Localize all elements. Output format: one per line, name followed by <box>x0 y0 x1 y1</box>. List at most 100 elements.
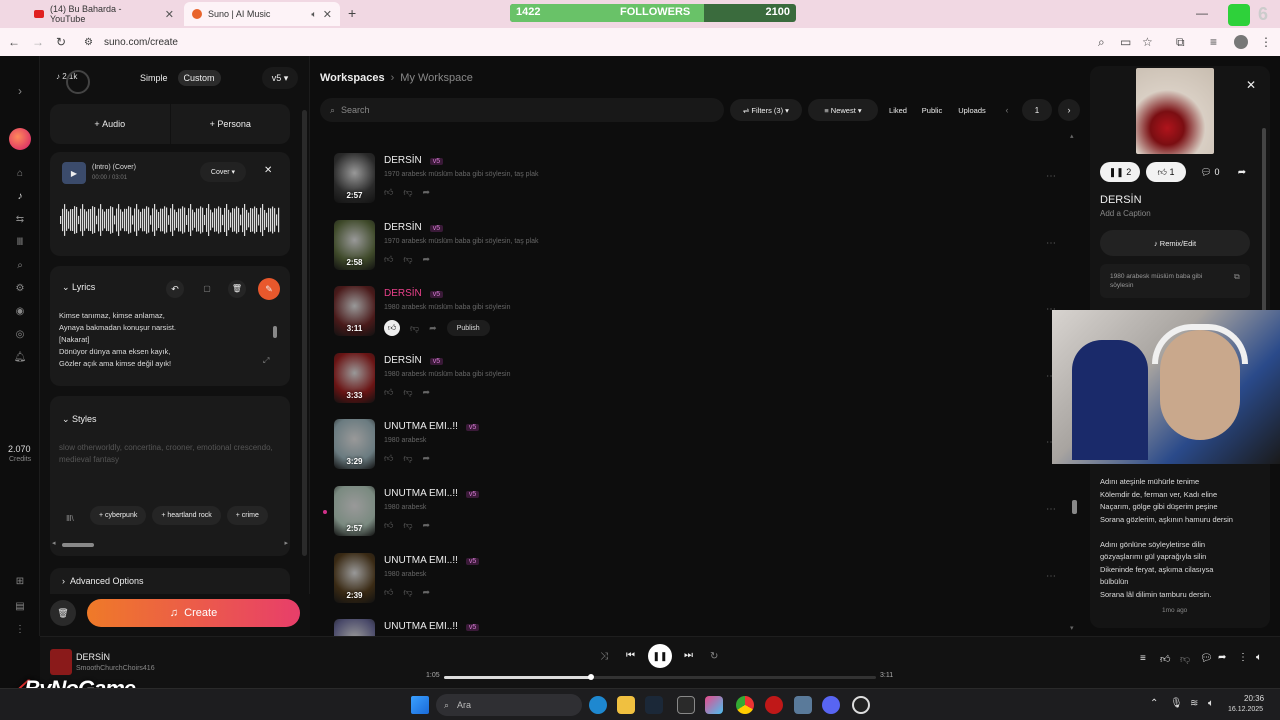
styles-textarea[interactable]: slow otherworldly, concertina, crooner, … <box>59 442 281 466</box>
repeat-icon[interactable]: ↻ <box>710 651 718 662</box>
like-icon[interactable]: 👍︎ <box>384 387 393 398</box>
remove-clip-icon[interactable]: ✕ <box>264 165 272 176</box>
song-row[interactable]: 2:58 DERSİN v5 1970 arabesk müslüm baba gib… <box>334 219 1056 280</box>
previous-icon[interactable]: ⏮︎ <box>626 650 635 661</box>
share-icon[interactable]: ➦ <box>423 453 431 464</box>
new-tab-button[interactable]: + <box>348 5 356 21</box>
volume-icon[interactable]: 🔈︎ <box>1256 652 1262 663</box>
document-icon[interactable]: ▤ <box>12 601 28 612</box>
seek-handle[interactable] <box>587 674 594 680</box>
like-icon[interactable]: 👍︎ <box>384 187 393 198</box>
list-scroll-down-icon[interactable]: ▾ <box>1070 624 1074 632</box>
close-tab-icon[interactable]: ✕ <box>165 8 174 21</box>
search-icon[interactable]: ⌕ <box>12 260 28 271</box>
shuffle-icon[interactable]: ⤨ <box>600 651 608 662</box>
delete-icon[interactable]: 🗑︎ <box>228 280 246 298</box>
song-title[interactable]: UNUTMA EMI..!! v5 <box>384 421 480 432</box>
like-icon[interactable]: 👍︎ <box>384 453 393 464</box>
like-icon[interactable]: 👍︎ <box>384 254 393 265</box>
style-tag[interactable]: + heartland rock <box>152 506 221 525</box>
clock-date[interactable]: 16.12.2025 <box>1228 706 1263 713</box>
chrome-icon[interactable] <box>736 696 754 714</box>
tab-suno[interactable]: Suno | AI Music 🔈︎ ✕ <box>184 2 340 26</box>
clock-time[interactable]: 20:36 <box>1244 694 1264 703</box>
like-icon[interactable]: 👍︎ <box>1160 653 1170 665</box>
song-thumbnail[interactable] <box>334 619 375 636</box>
expand-chevron-icon[interactable]: › <box>12 84 28 98</box>
filter-public[interactable]: Public <box>918 99 946 121</box>
page-number[interactable]: 1 <box>1022 99 1052 121</box>
style-tag[interactable]: + crime <box>226 506 268 525</box>
comment-button[interactable]: 💬︎ 0 <box>1192 162 1228 182</box>
remix-edit-button[interactable]: ♪ Remix/Edit <box>1100 230 1250 256</box>
seek-bar[interactable] <box>444 674 876 680</box>
tray-chevron-icon[interactable]: ⌃ <box>1150 698 1158 709</box>
song-row[interactable]: 3:33 DERSİN v5 1980 arabesk müslüm baba gib… <box>334 352 1056 413</box>
song-thumbnail[interactable]: 3:29 <box>334 419 375 470</box>
filter-uploads[interactable]: Uploads <box>954 99 990 121</box>
share-icon[interactable]: ➦ <box>1234 162 1250 182</box>
more-options-icon[interactable]: ⋯ <box>1046 171 1056 182</box>
suno-logo-icon[interactable] <box>9 128 31 150</box>
expand-icon[interactable]: ⤢ <box>263 356 269 366</box>
library-icon[interactable]: Ⅲ <box>12 237 28 248</box>
song-thumbnail[interactable]: 2:57 <box>334 486 375 536</box>
dislike-icon[interactable]: 👎︎ <box>403 520 412 531</box>
clear-icon[interactable]: 🗑︎ <box>50 600 76 626</box>
song-row[interactable]: 2:39 UNUTMA EMI..!! v5 1980 arabesk 👍︎ 👎︎ ➦ ⋯ <box>334 552 1056 613</box>
share-icon[interactable]: ➦ <box>423 187 431 198</box>
minimize-icon[interactable]: — <box>1196 6 1208 20</box>
list-scrollbar[interactable] <box>1072 500 1077 514</box>
gift-icon[interactable]: ⊞ <box>12 576 28 587</box>
close-panel-icon[interactable]: ✕ <box>1246 78 1256 92</box>
mode-simple-button[interactable]: Simple <box>134 70 174 86</box>
song-row[interactable]: 2:57 DERSİN v5 1970 arabesk müslüm baba gib… <box>334 153 1056 213</box>
steam-icon[interactable] <box>645 696 663 714</box>
song-row[interactable]: 2:57 UNUTMA EMI..!! v5 1980 arabesk 👍︎ 👎︎ ➦ ⋯ <box>334 486 1056 546</box>
mode-custom-button[interactable]: Custom <box>177 70 221 86</box>
menu-dots-icon[interactable]: ⋮ <box>1260 35 1272 49</box>
advanced-options-row[interactable]: › Advanced Options <box>50 568 290 594</box>
share-icon[interactable]: ➦ <box>423 587 431 598</box>
player-cover-art[interactable] <box>50 649 72 675</box>
share-icon[interactable]: ➦ <box>423 254 431 265</box>
song-thumbnail[interactable]: 3:11 <box>334 286 375 337</box>
copilot-icon[interactable] <box>705 696 723 714</box>
share-icon[interactable]: ➦ <box>1218 652 1226 663</box>
play-count-button[interactable]: ❚❚ 2 <box>1100 162 1140 182</box>
song-thumbnail[interactable]: 2:39 <box>334 552 375 603</box>
song-title[interactable]: UNUTMA EMI..!! v5 <box>384 621 480 632</box>
reload-icon[interactable]: ↻ <box>56 35 66 49</box>
like-icon[interactable]: 👍︎ <box>384 320 400 337</box>
epic-games-icon[interactable] <box>677 696 695 714</box>
profile-avatar[interactable] <box>1234 35 1248 49</box>
like-icon[interactable]: 👍︎ <box>384 520 393 531</box>
lyrics-header[interactable]: ⌄ Lyrics <box>62 282 95 293</box>
create-scrollbar[interactable] <box>302 110 307 556</box>
mic-icon[interactable]: 🎙︎ <box>1170 698 1183 709</box>
copy-icon[interactable]: ▢ <box>198 280 216 298</box>
speaker-icon[interactable]: 🔈︎ <box>311 9 316 20</box>
pause-button[interactable]: ❚❚ <box>648 644 672 668</box>
share-icon[interactable]: ➦ <box>429 323 437 334</box>
notifications-icon[interactable]: 🔔︎ <box>12 352 28 363</box>
filters-button[interactable]: ⇌ Filters (3) ▾ <box>730 99 802 121</box>
player-artist[interactable]: SmoothChurchChoirs416 <box>76 665 155 672</box>
extensions-icon[interactable]: ⧉ <box>1176 35 1185 50</box>
player-title[interactable]: DERSİN <box>76 652 110 662</box>
styles-header[interactable]: ⌄ Styles <box>62 414 97 425</box>
forward-icon[interactable]: → <box>32 35 44 49</box>
next-page-button[interactable]: › <box>1058 99 1080 121</box>
taskbar-search[interactable]: ⌕ Ara <box>436 694 582 716</box>
waveform[interactable] <box>60 198 280 242</box>
tags-scrollbar[interactable]: ◂ ▸ <box>52 540 288 548</box>
song-title[interactable]: UNUTMA EMI..!! v5 <box>384 488 480 499</box>
dislike-icon[interactable]: 👎︎ <box>403 387 412 398</box>
more-options-icon[interactable]: ⋯ <box>1046 504 1056 515</box>
version-select[interactable]: v5 ▾ <box>262 67 298 89</box>
share-icon[interactable]: ➦ <box>423 520 431 531</box>
hooks-icon[interactable]: ⚙ <box>12 283 28 294</box>
more-options-icon[interactable]: ⋯ <box>1046 238 1056 249</box>
share-icon[interactable]: ➦ <box>423 387 431 398</box>
style-library-icon[interactable]: Ⅲ\ <box>66 514 74 523</box>
